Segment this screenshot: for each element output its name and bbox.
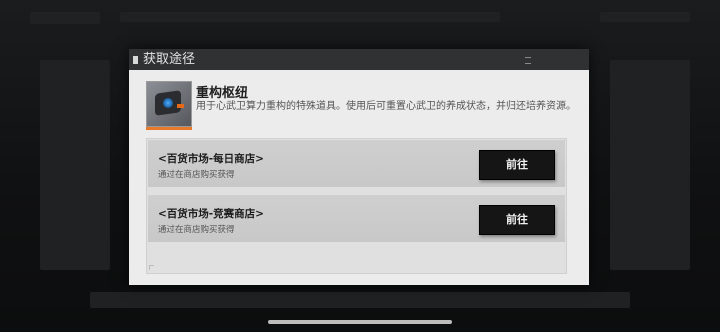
background-bar: [30, 12, 100, 24]
menu-lines-icon: [525, 57, 531, 64]
background-panel: [40, 60, 110, 270]
background-bar: [600, 12, 690, 22]
accent-icon: [177, 104, 184, 108]
source-detail: 通过在商店购买获得: [158, 170, 235, 180]
rarity-bar: [146, 127, 192, 130]
home-indicator[interactable]: [268, 320, 452, 324]
background-panel: [610, 60, 690, 270]
background-bar: [90, 292, 630, 308]
item-icon: [146, 81, 192, 127]
dialog-title: 获取途径: [143, 52, 196, 67]
source-name: <百货市场-每日商店>: [158, 153, 264, 165]
source-row: <百货市场-竞赛商店> 通过在商店购买获得 前往: [148, 195, 565, 242]
title-marker-icon: [133, 56, 138, 64]
item-description: 用于心武卫算力重构的特殊道具。使用后可重置心武卫的养成状态，并归还培养资源。: [196, 101, 576, 112]
source-detail: 通过在商店购买获得: [158, 225, 235, 235]
go-button[interactable]: 前往: [479, 150, 555, 180]
go-button[interactable]: 前往: [479, 205, 555, 235]
item-name: 重构枢纽: [196, 86, 249, 101]
source-name: <百货市场-竞赛商店>: [158, 208, 264, 220]
core-icon: [163, 98, 173, 108]
corner-decoration: [149, 265, 154, 270]
source-row: <百货市场-每日商店> 通过在商店购买获得 前往: [148, 140, 565, 187]
acquisition-dialog: 获取途径 重构枢纽 用于心武卫算力重构的特殊道具。使用后可重置心武卫的养成状态，…: [129, 49, 589, 285]
background-bar: [120, 12, 500, 22]
dialog-title-bar: 获取途径: [129, 49, 589, 70]
source-list: <百货市场-每日商店> 通过在商店购买获得 前往 <百货市场-竞赛商店> 通过在…: [146, 138, 567, 274]
